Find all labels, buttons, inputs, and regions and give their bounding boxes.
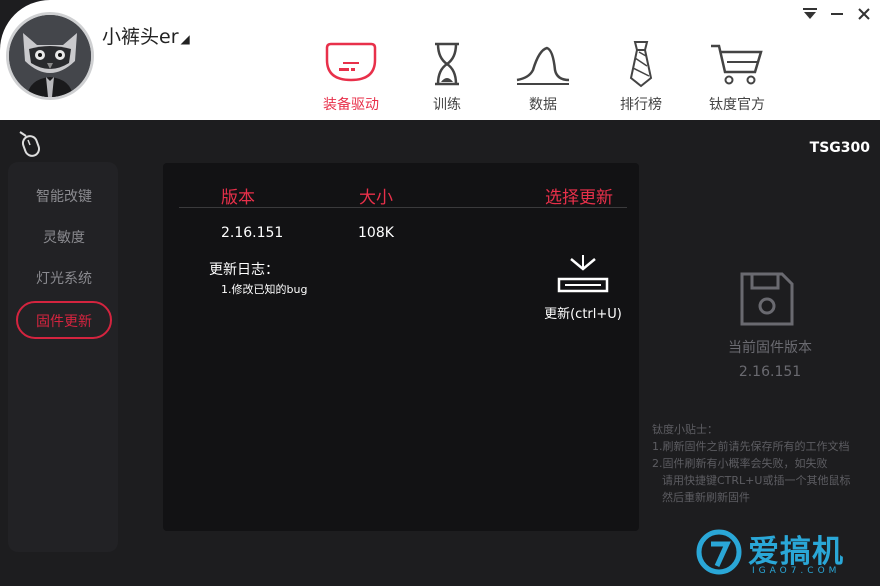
menu-dropdown-icon[interactable] — [800, 6, 820, 26]
watermark-text: 爱搞机 — [748, 534, 844, 570]
watermark-logo-icon — [695, 528, 745, 582]
tips-block: 钛度小贴士： 1.刷新固件之前请先保存所有的工作文档 2.固件刷新有小概率会失败… — [652, 421, 850, 506]
device-model: TSG300 — [809, 140, 870, 156]
update-button-label: 更新(ctrl+U) — [544, 307, 622, 322]
floppy-disk-icon — [738, 270, 796, 332]
changelog-title: 更新日志： — [209, 262, 279, 278]
column-header-size: 大小 — [359, 188, 393, 208]
minimize-icon[interactable] — [827, 6, 847, 26]
tips-line: 请用快捷键CTRL+U或插一个其他鼠标 — [662, 474, 851, 487]
nav-tab-data[interactable]: 数据 — [498, 40, 588, 114]
nav-tab-ranking[interactable]: 排行榜 — [596, 40, 686, 114]
tips-line: 2.固件刷新有小概率会失败，如失败 — [652, 457, 828, 470]
username[interactable]: 小裤头er ◢ — [102, 22, 190, 49]
hourglass-icon — [435, 42, 459, 86]
changelog-line: 1.修改已知的bug — [221, 283, 308, 296]
tips-line: 1.刷新固件之前请先保存所有的工作文档 — [652, 440, 850, 453]
sidebar-item-sensitivity[interactable]: 灵敏度 — [16, 219, 112, 257]
column-header-version: 版本 — [221, 188, 255, 208]
tie-icon — [629, 41, 653, 88]
watermark-subtext: IGAO7.COM — [752, 566, 841, 576]
download-tray-icon — [557, 255, 609, 293]
dropdown-caret-icon[interactable]: ◢ — [181, 32, 190, 46]
divider — [179, 207, 627, 208]
nav-tab-driver[interactable]: 装备驱动 — [306, 40, 396, 114]
close-icon[interactable] — [854, 6, 874, 26]
sidebar-item-lighting[interactable]: 灯光系统 — [16, 260, 112, 298]
avatar[interactable] — [6, 12, 94, 100]
column-header-select-update: 选择更新 — [545, 188, 613, 208]
firmware-panel: 版本 大小 选择更新 2.16.151 108K 更新日志： 1.修改已知的bu… — [163, 163, 639, 531]
current-firmware-version: 2.16.151 — [738, 364, 802, 380]
sidebar-item-firmware[interactable]: 固件更新 — [16, 301, 112, 339]
mouse-icon — [16, 128, 44, 162]
sidebar-item-key-remap[interactable]: 智能改键 — [16, 178, 112, 216]
cart-icon — [711, 44, 763, 85]
nav-label: 装备驱动 — [323, 97, 379, 113]
driver-icon — [325, 42, 377, 82]
update-button[interactable]: 更新(ctrl+U) — [538, 255, 628, 322]
row-size: 108K — [358, 225, 394, 241]
nav-label: 钛度官方 — [709, 97, 765, 113]
nav-label: 训练 — [433, 97, 461, 113]
username-text: 小裤头er — [102, 26, 179, 48]
row-version: 2.16.151 — [221, 225, 284, 241]
data-curve-icon — [516, 46, 570, 85]
current-firmware-title: 当前固件版本 — [728, 340, 812, 356]
nav-tab-training[interactable]: 训练 — [402, 40, 492, 114]
owl-avatar-icon — [9, 15, 91, 97]
header-bar: 小裤头er ◢ 装备驱动 训练 数据 排行榜 钛度官方 — [0, 0, 880, 120]
tips-title: 钛度小贴士： — [652, 423, 718, 436]
nav-label: 数据 — [529, 97, 557, 113]
tips-line: 然后重新刷新固件 — [662, 491, 750, 504]
nav-label: 排行榜 — [620, 97, 662, 113]
sidebar: 智能改键 灵敏度 灯光系统 固件更新 — [8, 162, 118, 552]
nav-tab-official[interactable]: 钛度官方 — [692, 40, 782, 114]
